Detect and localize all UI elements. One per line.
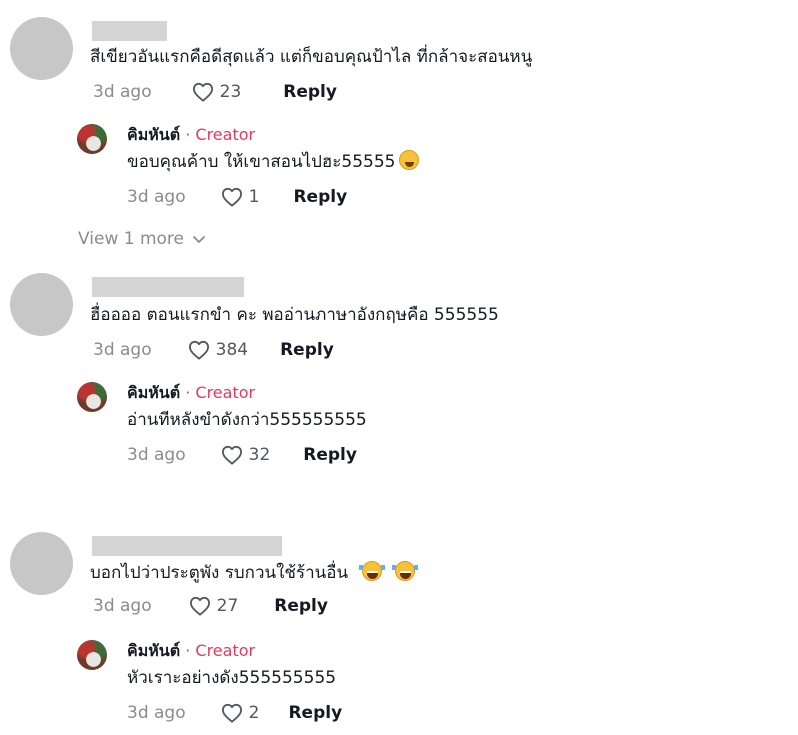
reply-meta: 3d ago 32 Reply [127, 443, 357, 467]
separator-dot: · [180, 125, 196, 144]
reply-text: อ่านทีหลังขำดังกว่า555555555 [127, 410, 367, 430]
username-redacted[interactable] [92, 536, 282, 556]
heart-outline-icon [221, 703, 242, 723]
sweat-smile-emoji [398, 150, 419, 170]
reply-header: คิมหันต์ · Creator [127, 640, 255, 662]
reply-date: 3d ago [127, 445, 186, 465]
like-count: 384 [215, 340, 249, 360]
comment-text: บอกไปว่าประตูพัง รบกวนใช้ร้านอื่น [90, 563, 349, 583]
comment-date: 3d ago [93, 82, 152, 102]
reply-date: 3d ago [127, 703, 186, 723]
comments-list: สีเขียวอันแรกคือดีสุดแล้ว แต่ก็ขอบคุณป้า… [0, 0, 798, 735]
avatar[interactable] [10, 532, 73, 595]
like-button[interactable]: 384 [188, 338, 248, 362]
creator-avatar[interactable] [77, 640, 107, 670]
like-button[interactable]: 2 [221, 701, 260, 725]
like-count: 1 [248, 187, 260, 207]
view-more-replies[interactable]: View 1 more [78, 227, 206, 251]
separator-dot: · [180, 641, 196, 660]
like-count: 23 [219, 82, 242, 102]
creator-avatar[interactable] [77, 124, 107, 154]
heart-outline-icon [188, 340, 209, 360]
reply-button[interactable]: Reply [293, 185, 347, 209]
tears-of-joy-emoji [391, 561, 418, 581]
reply-meta: 3d ago 1 Reply [127, 185, 347, 209]
view-more-label: View 1 more [78, 229, 185, 249]
comment-meta: 3d ago 27 Reply [93, 594, 328, 618]
comment-date: 3d ago [93, 340, 152, 360]
comment-text: สีเขียวอันแรกคือดีสุดแล้ว แต่ก็ขอบคุณป้า… [90, 47, 533, 67]
like-button[interactable]: 32 [221, 443, 271, 467]
creator-name[interactable]: คิมหันต์ [127, 125, 180, 144]
heart-outline-icon [189, 596, 210, 616]
chevron-down-icon [193, 236, 205, 243]
avatar[interactable] [10, 17, 73, 80]
comment-meta: 3d ago 23 Reply [93, 80, 337, 104]
like-count: 32 [248, 445, 271, 465]
comment-text: ฮื่ออออ ตอนแรกขำ คะ พออ่านภาษาอังกฤษคือ … [90, 305, 499, 325]
reply-button[interactable]: Reply [274, 594, 328, 618]
reply-text: หัวเราะอย่างดัง555555555 [127, 668, 337, 688]
comment-meta: 3d ago 384 Reply [93, 338, 334, 362]
creator-badge: Creator [195, 125, 256, 144]
separator-dot: · [180, 383, 196, 402]
creator-avatar[interactable] [77, 382, 107, 412]
avatar[interactable] [10, 273, 73, 336]
reply-button[interactable]: Reply [280, 338, 334, 362]
reply-button[interactable]: Reply [303, 443, 357, 467]
creator-name[interactable]: คิมหันต์ [127, 383, 180, 402]
like-button[interactable]: 1 [221, 185, 260, 209]
creator-badge: Creator [195, 641, 256, 660]
reply-date: 3d ago [127, 187, 186, 207]
reply-text: ขอบคุณค้าบ ให้เขาสอนไปฮะ55555 [127, 152, 396, 172]
username-redacted[interactable] [92, 277, 244, 297]
comment-date: 3d ago [93, 596, 152, 616]
username-redacted[interactable] [92, 21, 167, 41]
creator-badge: Creator [195, 383, 256, 402]
reply-header: คิมหันต์ · Creator [127, 382, 255, 404]
like-button[interactable]: 23 [192, 80, 242, 104]
heart-outline-icon [192, 82, 213, 102]
comment-text-row: บอกไปว่าประตูพัง รบกวนใช้ร้านอื่น [90, 561, 418, 584]
heart-outline-icon [221, 445, 242, 465]
like-button[interactable]: 27 [189, 594, 239, 618]
heart-outline-icon [221, 187, 242, 207]
like-count: 27 [216, 596, 239, 616]
tears-of-joy-emoji [358, 561, 385, 581]
reply-button[interactable]: Reply [283, 80, 337, 104]
like-count: 2 [248, 703, 260, 723]
reply-header: คิมหันต์ · Creator [127, 124, 255, 146]
creator-name[interactable]: คิมหันต์ [127, 641, 180, 660]
reply-text-row: ขอบคุณค้าบ ให้เขาสอนไปฮะ55555 [127, 150, 419, 174]
reply-meta: 3d ago 2 Reply [127, 701, 342, 725]
reply-button[interactable]: Reply [288, 701, 342, 725]
